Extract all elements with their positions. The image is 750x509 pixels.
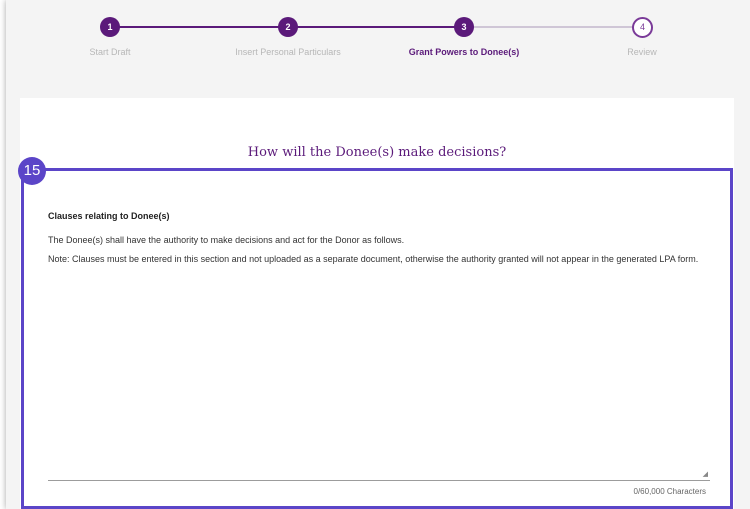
resize-grip-icon[interactable]: ◢ (703, 470, 708, 478)
page-title: How will the Donee(s) make decisions? (247, 145, 507, 160)
step-3-label[interactable]: Grant Powers to Donee(s) (384, 47, 544, 57)
step-3-circle[interactable]: 3 (454, 17, 474, 37)
step-2-label[interactable]: Insert Personal Particulars (208, 47, 368, 57)
annotation-badge: 15 (18, 157, 46, 185)
decisions-card: How will the Donee(s) make decisions? 15… (18, 98, 734, 509)
step-1-circle[interactable]: 1 (100, 17, 120, 37)
step-4-label[interactable]: Review (562, 47, 722, 57)
step-connector-3-4 (464, 26, 642, 28)
step-connector-1-2 (110, 26, 288, 28)
step-1-label[interactable]: Start Draft (30, 47, 190, 57)
clauses-heading: Clauses relating to Donee(s) (48, 211, 170, 221)
step-connector-2-3 (288, 26, 464, 28)
clauses-textarea[interactable]: ◢ (48, 311, 710, 481)
clauses-intro-text: The Donee(s) shall have the authority to… (48, 235, 405, 245)
clauses-note-text: Note: Clauses must be entered in this se… (48, 254, 699, 264)
step-4-circle[interactable]: 4 (632, 17, 653, 38)
clauses-section-highlight: 15 Clauses relating to Donee(s) The Done… (18, 157, 733, 509)
app-frame: 1 2 3 4 Start Draft Insert Personal Part… (6, 0, 750, 509)
character-counter: 0/60,000 Characters (633, 487, 707, 496)
step-2-circle[interactable]: 2 (278, 17, 298, 37)
progress-stepper: 1 2 3 4 Start Draft Insert Personal Part… (6, 0, 750, 90)
